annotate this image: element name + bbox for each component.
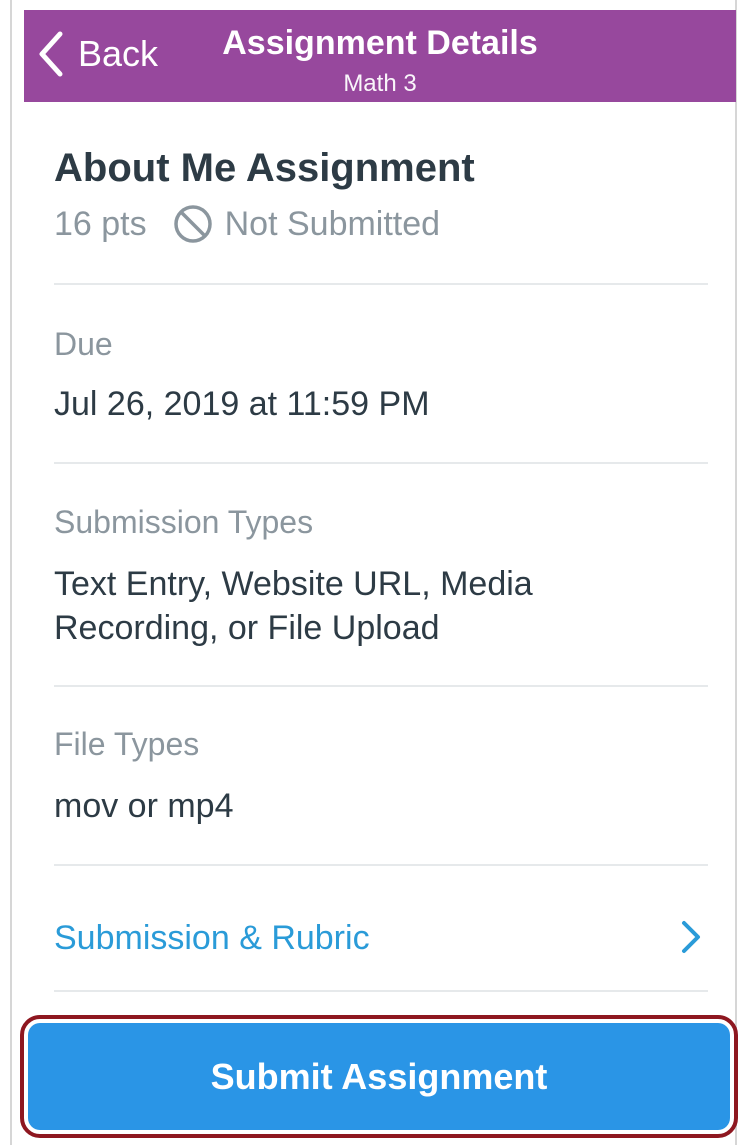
navigation-bar: Back Assignment Details Math 3 [24,10,736,102]
course-subtitle: Math 3 [343,70,417,97]
back-button[interactable]: Back [36,28,158,80]
file-types-label: File Types [54,726,200,762]
not-submitted-icon [173,205,212,243]
assignment-meta: 16 pts Not Submitted [54,204,440,244]
page-title: Assignment Details [222,24,538,62]
divider [54,283,708,285]
points-value: 16 pts [54,205,147,243]
submission-rubric-link[interactable]: Submission & Rubric [54,864,708,992]
assignment-title: About Me Assignment [54,146,475,190]
divider [54,462,708,464]
submission-types-value: Text Entry, Website URL, Media Recording… [54,565,533,647]
chevron-right-icon [682,921,700,953]
chevron-left-icon [39,31,63,77]
back-label: Back [78,33,159,74]
divider [54,685,708,687]
due-value: Jul 26, 2019 at 11:59 PM [54,385,430,423]
submit-assignment-button[interactable]: Submit Assignment [28,1023,730,1130]
submission-types-label: Submission Types [54,504,314,540]
submission-status: Not Submitted [224,205,441,243]
file-types-value: mov or mp4 [54,787,234,825]
divider [54,990,708,992]
submission-rubric-label: Submission & Rubric [54,919,370,957]
due-label: Due [54,326,113,362]
